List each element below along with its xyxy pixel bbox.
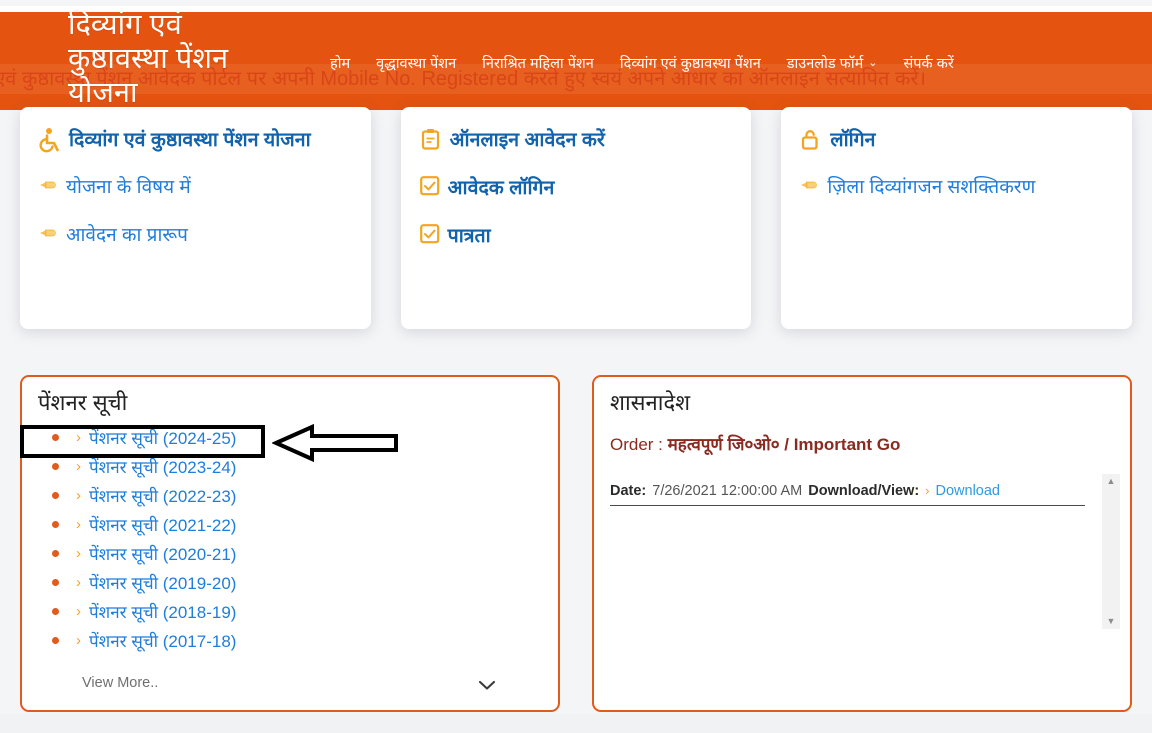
chevron-right-icon: › — [925, 483, 930, 498]
chevron-right-icon: › — [76, 458, 81, 475]
nav-item-divyang-leprosy-pension[interactable]: दिव्यांग एवं कुष्ठावस्था पेंशन — [620, 53, 761, 73]
bullet-icon — [52, 637, 59, 644]
list-item-label: पेंशनर सूची (2022-23) — [89, 487, 237, 506]
card-link-row[interactable]: ज़िला दिव्यांगजन सशक्तिकरण — [799, 175, 1114, 201]
chevron-down-icon: ⌄ — [868, 56, 878, 69]
card-link-label: आवेदक लॉगिन — [447, 177, 555, 199]
chevron-right-icon: › — [76, 632, 81, 649]
list-item[interactable]: › पेंशनर सूची (2021-22) — [52, 510, 558, 539]
card-link-row[interactable]: आवेदक लॉगिन — [419, 175, 734, 201]
date-value: 7/26/2021 12:00:00 AM — [652, 483, 803, 499]
order-meta-row: Date: 7/26/2021 12:00:00 AM Download/Vie… — [610, 483, 1085, 506]
list-item[interactable]: › पेंशनर सूची (2018-19) — [52, 597, 558, 626]
bullet-icon — [52, 550, 59, 557]
nav-item-home[interactable]: होम — [330, 53, 350, 73]
list-item-label: पेंशनर सूची (2019-20) — [89, 574, 237, 593]
view-more-button[interactable]: View More.. — [82, 675, 158, 691]
card-link-label: योजना के विषय में — [66, 177, 191, 198]
nav-item-destitute-women-pension[interactable]: निराश्रित महिला पेंशन — [482, 53, 594, 73]
card-title-row: दिव्यांग एवं कुष्ठावस्था पेंशन योजना — [38, 127, 353, 153]
card-title-row: ऑनलाइन आवेदन करें — [419, 127, 734, 153]
card-link-row[interactable]: पात्रता — [419, 223, 734, 249]
open-padlock-icon — [799, 127, 823, 153]
nav-label: दिव्यांग एवं कुष्ठावस्था पेंशन — [619, 56, 761, 72]
nav-label: निराश्रित महिला पेंशन — [482, 56, 594, 72]
nav-item-old-age-pension[interactable]: वृद्धावस्था पेंशन — [376, 53, 456, 73]
page-root: दिव्यांग एवं कुष्ठावस्था पेंशन आवेदक पोर… — [0, 0, 1152, 733]
card-link-label: पात्रता — [447, 225, 491, 247]
checkbox-icon — [419, 175, 441, 197]
chevron-right-icon: › — [76, 487, 81, 504]
government-orders-panel: शासनादेश Order : महत्वपूर्ण जि०ओ० / Impo… — [592, 375, 1132, 712]
pointing-finger-icon — [799, 175, 820, 195]
wheelchair-icon — [38, 127, 62, 153]
chevron-down-icon[interactable] — [478, 678, 496, 696]
annotation-arrow-left-icon — [271, 421, 400, 470]
list-item-label: पेंशनर सूची (2018-19) — [89, 603, 237, 622]
list-item[interactable]: › पेंशनर सूची (2022-23) — [52, 481, 558, 510]
list-item[interactable]: › पेंशनर सूची (2019-20) — [52, 568, 558, 597]
card-link-label: ज़िला दिव्यांगजन सशक्तिकरण — [827, 177, 1036, 198]
bullet-icon — [52, 463, 59, 470]
site-title: दिव्यांग एवं कुष्ठावस्था पेंशन योजना — [68, 9, 229, 109]
card-link-label: आवेदन का प्रारूप — [66, 225, 188, 246]
order-title-row: Order : महत्वपूर्ण जि०ओ० / Important Go — [610, 433, 1100, 457]
card-login: लॉगिन ज़िला दिव्यांगजन सशक्तिकरण — [781, 107, 1133, 329]
list-item-label: पेंशनर सूची (2021-22) — [89, 516, 237, 535]
main-nav: होम वृद्धावस्था पेंशन निराश्रित महिला पे… — [330, 53, 954, 73]
download-link[interactable]: Download — [936, 483, 1001, 499]
card-title: लॉगिन — [830, 129, 876, 151]
bullet-icon — [52, 608, 59, 615]
page-bottom-edge — [0, 714, 1152, 733]
panel-title: शासनादेश — [610, 390, 691, 415]
bullet-icon — [52, 579, 59, 586]
checkbox-icon — [419, 223, 441, 245]
nav-label: डाउनलोड फॉर्म — [786, 56, 864, 72]
pointing-finger-icon — [38, 175, 59, 195]
card-online-application: ऑनलाइन आवेदन करें आवेदक लॉगिन पात्रता — [400, 107, 752, 329]
orders-body: Order : महत्वपूर्ण जि०ओ० / Important Go … — [594, 419, 1130, 629]
scroll-up-icon[interactable]: ▲ — [1107, 477, 1116, 486]
list-item[interactable]: › पेंशनर सूची (2017-18) — [52, 626, 558, 655]
card-title-row: लॉगिन — [799, 127, 1114, 153]
card-title: दिव्यांग एवं कुष्ठावस्था पेंशन योजना — [69, 129, 311, 151]
nav-label: वृद्धावस्था पेंशन — [376, 56, 457, 72]
card-link-row[interactable]: योजना के विषय में — [38, 175, 353, 201]
order-name: महत्वपूर्ण जि०ओ० / Important Go — [667, 435, 901, 454]
pointing-finger-icon — [38, 223, 59, 243]
list-item-label: पेंशनर सूची (2020-21) — [89, 545, 237, 564]
list-item-label: पेंशनर सूची (2023-24) — [89, 458, 237, 477]
card-link-row[interactable]: आवेदन का प्रारूप — [38, 223, 353, 249]
bullet-icon — [52, 492, 59, 499]
card-title: ऑनलाइन आवेदन करें — [449, 129, 605, 151]
card-divyang-scheme: दिव्यांग एवं कुष्ठावस्था पेंशन योजना योज… — [20, 107, 371, 329]
orders-scrollbar[interactable]: ▲ ▼ — [1102, 474, 1120, 629]
order-prefix-label: Order : — [610, 435, 668, 454]
nav-label: संपर्क करें — [903, 56, 954, 72]
nav-label: होम — [330, 56, 351, 72]
bullet-icon — [52, 521, 59, 528]
clipboard-icon — [419, 127, 443, 153]
highlight-box-2024-25 — [20, 425, 265, 458]
chevron-right-icon: › — [76, 516, 81, 533]
nav-item-download-forms[interactable]: डाउनलोड फॉर्म ⌄ — [787, 53, 878, 73]
site-header: दिव्यांग एवं कुष्ठावस्था पेंशन आवेदक पोर… — [0, 6, 1152, 110]
chevron-right-icon: › — [76, 574, 81, 591]
chevron-right-icon: › — [76, 603, 81, 620]
nav-item-contact-us[interactable]: संपर्क करें — [904, 53, 954, 73]
scroll-down-icon[interactable]: ▼ — [1107, 617, 1116, 626]
date-label: Date: — [610, 483, 647, 499]
list-item[interactable]: › पेंशनर सूची (2020-21) — [52, 539, 558, 568]
download-view-label: Download/View: — [808, 483, 920, 499]
panel-title: पेंशनर सूची — [38, 390, 128, 415]
chevron-right-icon: › — [76, 545, 81, 562]
feature-card-row: दिव्यांग एवं कुष्ठावस्था पेंशन योजना योज… — [20, 107, 1133, 329]
list-item-label: पेंशनर सूची (2017-18) — [89, 632, 237, 651]
